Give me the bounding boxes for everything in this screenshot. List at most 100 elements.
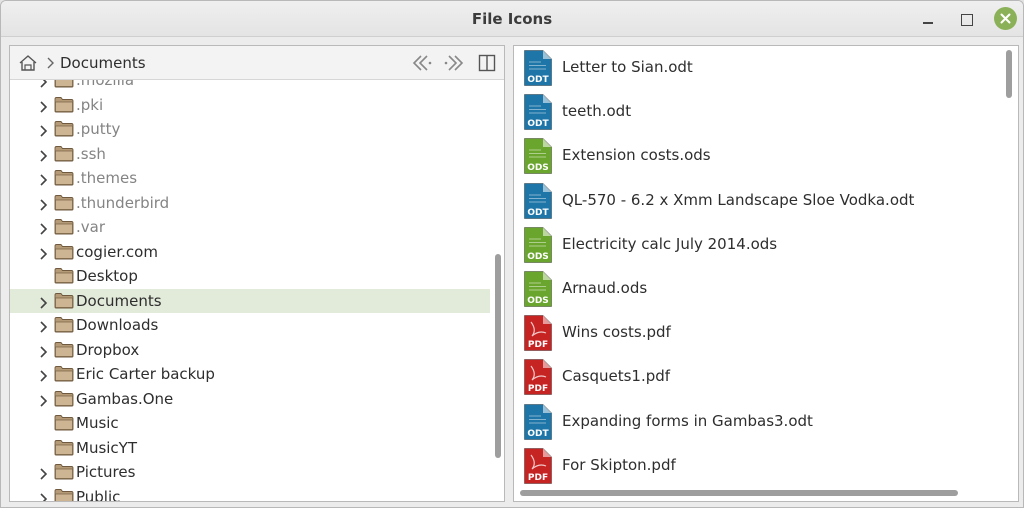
tree-item[interactable]: .themes bbox=[10, 166, 490, 190]
file-name: Casquets1.pdf bbox=[562, 367, 671, 386]
expand-arrow[interactable] bbox=[39, 491, 49, 501]
tree-item[interactable]: .pki bbox=[10, 93, 490, 117]
tree-item-label: Public bbox=[76, 487, 121, 502]
file-type-badge: PDF bbox=[528, 340, 548, 350]
odt-file-icon: ODT bbox=[524, 94, 552, 131]
folder-icon bbox=[54, 414, 74, 435]
tree-item[interactable]: .thunderbird bbox=[10, 191, 490, 215]
folder-icon bbox=[54, 243, 74, 264]
tree-item-label: Downloads bbox=[76, 316, 159, 334]
file-type-icon: ODT bbox=[523, 93, 553, 135]
folder-icon bbox=[54, 292, 74, 313]
file-name: Expanding forms in Gambas3.odt bbox=[562, 411, 813, 430]
folder-tree[interactable]: .mozilla .pki .putty .ssh .themes .thunderbir… bbox=[10, 80, 490, 502]
file-list-vertical-scrollbar[interactable] bbox=[1006, 50, 1012, 98]
folder-icon bbox=[54, 120, 74, 141]
tree-item[interactable]: cogier.com bbox=[10, 240, 490, 264]
expand-arrow[interactable] bbox=[39, 221, 49, 239]
chevron-right-icon bbox=[40, 247, 48, 260]
folder-icon bbox=[54, 194, 74, 215]
file-item[interactable]: ODS Electricity calc July 2014.ods bbox=[514, 223, 1000, 267]
back-button[interactable] bbox=[410, 53, 434, 77]
chevron-right-icon bbox=[40, 174, 48, 186]
file-name: Letter to Sian.odt bbox=[562, 58, 693, 76]
chevron-right-icon bbox=[40, 80, 48, 88]
tree-item[interactable]: .mozilla bbox=[10, 80, 490, 92]
tree-item-label: Eric Carter backup bbox=[76, 365, 215, 383]
expand-arrow[interactable] bbox=[39, 172, 49, 190]
expand-arrow[interactable] bbox=[39, 197, 49, 215]
file-item[interactable]: ODT QL-570 - 6.2 x Xmm Landscape Sloe Vod… bbox=[514, 179, 1000, 223]
tree-vertical-scrollbar[interactable] bbox=[495, 254, 501, 458]
expand-arrow[interactable] bbox=[39, 393, 49, 411]
chevron-right-icon bbox=[40, 223, 48, 235]
file-item[interactable]: PDF Casquets1.pdf bbox=[514, 355, 1000, 399]
tree-item[interactable]: Pictures bbox=[10, 460, 490, 484]
chevron-right-icon bbox=[40, 198, 48, 211]
tree-item[interactable]: .ssh bbox=[10, 142, 490, 166]
expand-arrow[interactable] bbox=[39, 99, 49, 117]
tree-item[interactable]: Eric Carter backup bbox=[10, 362, 490, 386]
close-button[interactable] bbox=[994, 7, 1017, 30]
expand-arrow[interactable] bbox=[39, 295, 49, 313]
file-item[interactable]: ODT Expanding forms in Gambas3.odt bbox=[514, 400, 1000, 444]
chevron-right-icon bbox=[40, 321, 48, 333]
folder-icon bbox=[54, 488, 74, 501]
file-icons-window: File Icons Documents .mozilla .pki .putt… bbox=[0, 0, 1024, 508]
tree-item[interactable]: Downloads bbox=[10, 313, 490, 337]
forward-button[interactable] bbox=[442, 53, 466, 77]
file-item[interactable]: PDF For Skipton.pdf bbox=[514, 444, 1000, 488]
expand-arrow[interactable] bbox=[39, 368, 49, 386]
file-item[interactable]: PDF Wins costs.pdf bbox=[514, 311, 1000, 355]
tree-item-label: Pictures bbox=[76, 463, 136, 481]
expand-arrow[interactable] bbox=[39, 148, 49, 166]
toggle-panel-button[interactable] bbox=[478, 54, 496, 76]
file-name: Wins costs.pdf bbox=[562, 323, 671, 342]
file-type-badge: PDF bbox=[528, 384, 548, 394]
tree-item[interactable]: Gambas.One bbox=[10, 387, 490, 411]
expand-arrow[interactable] bbox=[39, 80, 49, 92]
chevron-right-icon bbox=[40, 370, 48, 382]
minimize-button[interactable] bbox=[917, 8, 939, 30]
folder-icon bbox=[54, 439, 74, 460]
expand-arrow[interactable] bbox=[39, 319, 49, 337]
file-item[interactable]: ODS Arnaud.ods bbox=[514, 267, 1000, 311]
tree-item[interactable]: Documents bbox=[10, 288, 490, 313]
file-type-badge: ODS bbox=[527, 296, 549, 306]
tree-item[interactable]: MusicYT bbox=[10, 436, 490, 460]
maximize-button[interactable] bbox=[955, 8, 977, 30]
title-bar[interactable]: File Icons bbox=[1, 1, 1023, 37]
chevron-right-icon bbox=[40, 100, 48, 113]
pdf-file-icon: PDF bbox=[524, 315, 552, 352]
odt-file-icon: ODT bbox=[524, 50, 552, 86]
file-type-badge: ODT bbox=[527, 208, 549, 218]
expand-arrow[interactable] bbox=[39, 344, 49, 362]
folder-icon bbox=[54, 316, 74, 337]
tree-item[interactable]: Public bbox=[10, 485, 490, 502]
tree-item[interactable]: .putty bbox=[10, 117, 490, 141]
file-list-horizontal-scrollbar[interactable] bbox=[520, 490, 958, 496]
file-item[interactable]: ODS Extension costs.ods bbox=[514, 134, 1000, 178]
split-panel-icon bbox=[478, 54, 496, 72]
home-button[interactable] bbox=[18, 54, 38, 76]
tree-item-label: .mozilla bbox=[76, 80, 135, 89]
tree-item[interactable]: Dropbox bbox=[10, 338, 490, 362]
file-item[interactable]: ODT Letter to Sian.odt bbox=[514, 46, 1000, 90]
expand-arrow[interactable] bbox=[39, 246, 49, 264]
tree-item[interactable]: Music bbox=[10, 411, 490, 435]
expand-arrow[interactable] bbox=[39, 123, 49, 141]
tree-item[interactable]: .var bbox=[10, 215, 490, 239]
file-item[interactable]: ODT teeth.odt bbox=[514, 90, 1000, 134]
tree-item-label: Dropbox bbox=[76, 340, 140, 359]
expand-arrow[interactable] bbox=[39, 466, 49, 484]
tree-item-label: Desktop bbox=[76, 267, 138, 285]
file-type-icon: PDF bbox=[523, 358, 553, 400]
home-icon bbox=[19, 55, 37, 71]
chevron-right-icon bbox=[40, 149, 48, 162]
tree-item-label: .themes bbox=[76, 169, 138, 187]
file-type-icon: PDF bbox=[523, 314, 553, 356]
breadcrumb-documents[interactable]: Documents bbox=[60, 54, 146, 72]
tree-item-label: cogier.com bbox=[76, 242, 158, 261]
tree-item[interactable]: Desktop bbox=[10, 264, 490, 288]
file-name: QL-570 - 6.2 x Xmm Landscape Sloe Vodka.… bbox=[562, 190, 915, 209]
